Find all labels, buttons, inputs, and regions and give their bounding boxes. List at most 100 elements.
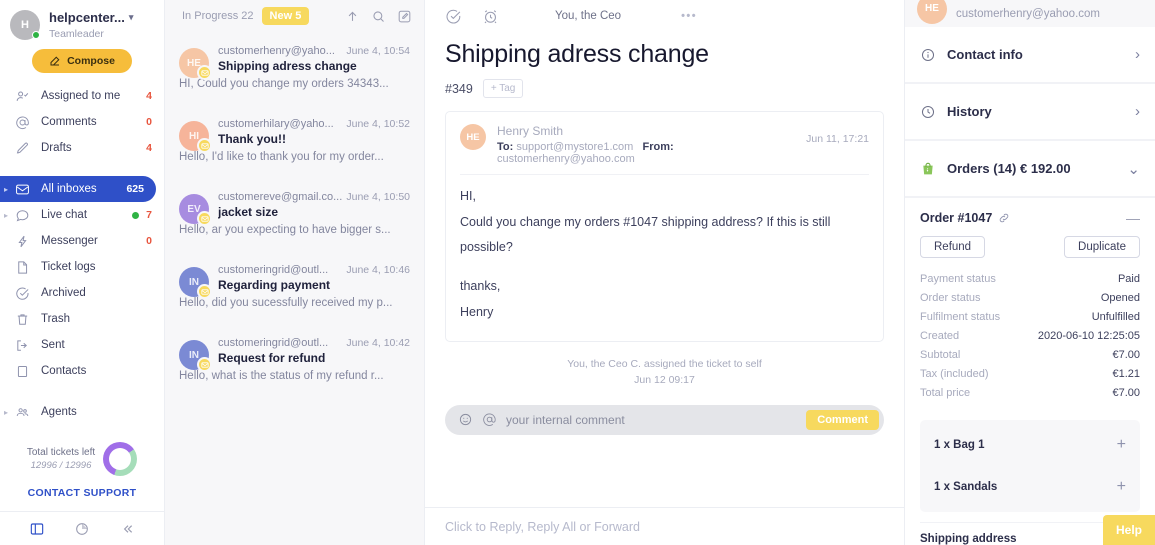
ticket-list-scroll[interactable]: HE customerhenry@yaho... June 4, 10:54 S… xyxy=(165,32,424,545)
sidebar-item-live-chat[interactable]: ▸ Live chat 7 xyxy=(0,202,164,228)
section-history[interactable]: History › xyxy=(905,84,1155,142)
emoji-smiley-icon[interactable] xyxy=(458,412,473,427)
system-note-text: You, the Ceo C. assigned the ticket to s… xyxy=(567,358,762,371)
chevron-right-icon[interactable]: ▸ xyxy=(4,211,8,220)
sidebar-item-label: Live chat xyxy=(41,209,88,222)
list-item-header: customeringrid@outl... June 4, 10:42 xyxy=(218,337,410,349)
page-title: Shipping adress change xyxy=(445,40,709,68)
chevron-down-icon[interactable]: ⌄ xyxy=(1127,160,1140,178)
sidebar-item-assigned-to-me[interactable]: Assigned to me 4 xyxy=(0,83,164,109)
list-item[interactable]: EV customereve@gmail.co... June 4, 10:50… xyxy=(165,184,424,246)
link-chain-icon[interactable] xyxy=(998,212,1010,224)
quick-nav-group: Assigned to me 4 Comments 0 Drafts 4 xyxy=(0,81,164,161)
search-icon[interactable] xyxy=(371,9,386,24)
internal-comment-bar[interactable]: your internal comment Comment xyxy=(445,404,884,435)
section-label: Contact info xyxy=(947,47,1023,63)
sidebar-item-trash[interactable]: Trash xyxy=(0,306,164,332)
field-key: Created xyxy=(920,329,960,342)
list-item-preview: Hello, did you sucessfully received my p… xyxy=(179,297,393,309)
list-item-preview: Hello, ar you expecting to have bigger s… xyxy=(179,224,391,236)
ticket-list-panel: In Progress 22 New 5 HE customerhenry@ya… xyxy=(165,0,425,545)
plus-icon[interactable]: + xyxy=(1117,478,1126,496)
message-signoff-2: Henry xyxy=(460,304,494,319)
sidebar-item-messenger[interactable]: Messenger 0 xyxy=(0,228,164,254)
sidebar-item-archived[interactable]: Archived xyxy=(0,280,164,306)
chevron-right-icon[interactable]: ▸ xyxy=(4,185,8,194)
chat-bubble-icon xyxy=(14,208,31,223)
list-item-subject: Regarding payment xyxy=(218,278,331,292)
from-value: customerhenry@yahoo.com xyxy=(497,153,635,165)
message-line-1: Could you change my orders #1047 shippin… xyxy=(460,214,831,255)
list-item[interactable]: HE customerhenry@yaho... June 4, 10:54 S… xyxy=(165,38,424,100)
sidebar-item-contacts[interactable]: Contacts xyxy=(0,358,164,384)
message-gap xyxy=(460,261,869,274)
avatar: H xyxy=(10,10,40,41)
chevron-right-icon[interactable]: ▸ xyxy=(4,408,8,417)
chevron-down-icon[interactable]: ▾ xyxy=(129,12,134,23)
list-item-preview: HI, Could you change my orders 34343... xyxy=(179,78,389,90)
filter-in-progress[interactable]: In Progress 22 xyxy=(182,10,254,22)
list-item[interactable]: IN customeringrid@outl... June 4, 10:42 … xyxy=(165,330,424,392)
sidebar-item-drafts[interactable]: Drafts 4 xyxy=(0,135,164,161)
collapse-minus-icon[interactable]: — xyxy=(1126,210,1140,226)
system-note-time: Jun 12 09:17 xyxy=(634,374,695,387)
pie-chart-icon[interactable] xyxy=(74,521,90,537)
add-tag-button[interactable]: + Tag xyxy=(482,79,524,98)
list-item-preview: Hello, I'd like to thank you for my orde… xyxy=(179,151,384,163)
sidebar-item-agents[interactable]: ▸ Agents xyxy=(0,399,164,425)
panel-layout-icon[interactable] xyxy=(29,521,45,537)
filter-new[interactable]: New 5 xyxy=(261,7,310,25)
list-item-preview: Hello, what is the status of my refund r… xyxy=(179,370,384,382)
resolve-check-circle-icon[interactable] xyxy=(445,8,462,25)
compose-pencil-icon xyxy=(49,55,61,67)
internal-comment-input[interactable]: your internal comment xyxy=(506,413,797,427)
contact-support-link[interactable]: CONTACT SUPPORT xyxy=(10,476,154,511)
mention-at-icon[interactable] xyxy=(482,412,497,427)
list-item[interactable]: 1 x Bag 1 + xyxy=(920,424,1140,466)
list-item-header: customerhilary@yaho... June 4, 10:52 xyxy=(218,118,410,130)
section-contact-info[interactable]: Contact info › xyxy=(905,27,1155,85)
conversation-scroll[interactable]: HE Henry Smith To: support@mystore1.com … xyxy=(425,98,904,507)
user-profile[interactable]: H helpcenter... ▾ Teamleader xyxy=(0,0,164,41)
sidebar-item-count: 4 xyxy=(146,90,152,103)
sidebar-item-sent[interactable]: Sent xyxy=(0,332,164,358)
compose-edit-icon[interactable] xyxy=(397,9,412,24)
refund-button[interactable]: Refund xyxy=(920,236,986,258)
duplicate-button[interactable]: Duplicate xyxy=(1064,236,1140,258)
sidebar-item-count: 0 xyxy=(146,116,152,129)
compose-button[interactable]: Compose xyxy=(32,49,132,74)
assignee-label[interactable]: You, the Ceo xyxy=(555,10,621,22)
avatar: HE xyxy=(179,48,212,80)
order-title: Order #1047 xyxy=(920,211,993,225)
list-item[interactable]: IN customeringrid@outl... June 4, 10:46 … xyxy=(165,257,424,319)
help-button[interactable]: Help xyxy=(1102,515,1155,545)
snooze-alarm-clock-icon[interactable] xyxy=(482,8,499,25)
section-orders[interactable]: Orders (14) € 192.00 ⌄ xyxy=(905,141,1155,198)
list-item-subject: Request for refund xyxy=(218,351,326,365)
sidebar-item-all-inboxes[interactable]: ▸ All inboxes 625 xyxy=(0,176,156,203)
list-item-header: customeringrid@outl... June 4, 10:46 xyxy=(218,264,410,276)
item-label: 1 x Sandals xyxy=(934,481,998,493)
chevron-right-icon[interactable]: › xyxy=(1135,46,1140,63)
sidebar-item-ticket-logs[interactable]: Ticket logs xyxy=(0,254,164,280)
sort-arrow-up-icon[interactable] xyxy=(345,9,360,24)
user-name: helpcenter... xyxy=(49,10,125,25)
sidebar-item-comments[interactable]: Comments 0 xyxy=(0,109,164,135)
comment-button[interactable]: Comment xyxy=(806,409,879,430)
order-title-row: Order #1047 — xyxy=(920,198,1140,236)
list-item[interactable]: HI customerhilary@yaho... June 4, 10:52 … xyxy=(165,111,424,173)
message-card: HE Henry Smith To: support@mystore1.com … xyxy=(445,111,884,343)
avatar: HE xyxy=(917,0,947,24)
collapse-double-chevron-icon[interactable] xyxy=(119,521,135,537)
chevron-right-icon[interactable]: › xyxy=(1135,103,1140,120)
sidebar-item-label: Messenger xyxy=(41,235,98,248)
field-value: 2020-06-10 12:25:05 xyxy=(1037,329,1140,342)
plus-icon[interactable]: + xyxy=(1117,436,1126,454)
more-options-icon[interactable]: ••• xyxy=(681,10,697,22)
reply-bar[interactable]: Click to Reply, Reply All or Forward xyxy=(425,507,904,545)
list-item-date: June 4, 10:52 xyxy=(346,118,410,130)
check-circle-icon xyxy=(14,286,31,301)
list-item[interactable]: 1 x Sandals + xyxy=(920,466,1140,508)
field-key: Subtotal xyxy=(920,348,961,361)
list-item-date: June 4, 10:54 xyxy=(346,45,410,57)
